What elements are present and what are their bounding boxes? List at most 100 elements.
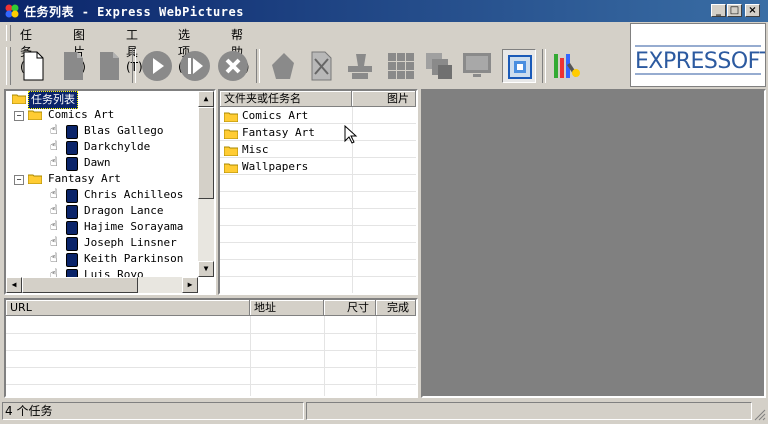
stamp-button[interactable] — [342, 49, 376, 83]
scroll-thumb[interactable] — [198, 107, 214, 199]
list-item[interactable]: Wallpapers — [222, 159, 412, 175]
minimize-button[interactable]: _ — [711, 4, 726, 17]
tree-item-label: Dawn — [84, 156, 111, 169]
tools-icon — [554, 54, 580, 78]
folder-open-icon — [12, 94, 26, 104]
slideshow-button[interactable] — [460, 49, 494, 83]
globe-task-icon — [66, 189, 78, 203]
tree-item-label: Blas Gallego — [84, 124, 164, 137]
picture-preview[interactable] — [421, 89, 766, 398]
globe-task-icon — [66, 237, 78, 251]
column-header-name[interactable]: 文件夹或任务名 — [220, 91, 352, 107]
tree-item-label: Hajime Sorayama — [84, 220, 184, 233]
collapse-icon[interactable]: − — [14, 111, 24, 121]
app-icon — [5, 4, 19, 18]
list-item-label: Misc — [242, 143, 269, 156]
cascade-icon — [426, 53, 452, 79]
preview-button[interactable] — [502, 49, 536, 83]
stamp-icon — [348, 54, 372, 79]
scroll-thumb[interactable] — [22, 277, 138, 293]
resume-button[interactable] — [178, 49, 212, 83]
scroll-down-icon[interactable]: ▼ — [198, 261, 214, 277]
folder-icon — [224, 163, 238, 173]
column-header-address[interactable]: 地址 — [250, 300, 324, 316]
scroll-right-icon[interactable]: ▶ — [182, 277, 198, 293]
folder-icon — [28, 110, 42, 120]
settings-button[interactable] — [548, 49, 582, 83]
tree-hscrollbar[interactable]: ◀ ▶ — [6, 277, 198, 293]
column-header-pictures[interactable]: 图片 — [352, 91, 416, 107]
document-icon — [100, 52, 119, 80]
tree-item-label: Joseph Linsner — [84, 236, 177, 249]
column-header-done[interactable]: 完成 — [376, 300, 416, 316]
list-item[interactable]: Fantasy Art — [222, 125, 412, 141]
open-task-button[interactable] — [56, 49, 90, 83]
scroll-left-icon[interactable]: ◀ — [6, 277, 22, 293]
row-divider — [6, 333, 416, 334]
step-play-icon — [180, 51, 210, 81]
status-panel-secondary — [306, 402, 752, 420]
row-divider — [220, 191, 416, 192]
tree-group-label: Fantasy Art — [48, 172, 121, 185]
toolbar-separator — [256, 49, 260, 83]
maximize-button[interactable]: □ — [727, 4, 742, 17]
globe-task-icon — [66, 205, 78, 219]
tree-vscrollbar[interactable]: ▲ ▼ — [198, 91, 214, 277]
hand-icon: ☝ — [50, 187, 58, 202]
toolbar-separator — [542, 49, 546, 83]
minimize-icon: _ — [716, 5, 721, 16]
status-text: 4 个任务 — [2, 402, 304, 420]
download-list[interactable]: URL 地址 尺寸 完成 — [4, 298, 418, 398]
toolbar-grip[interactable] — [6, 47, 11, 85]
expressoft-logo: EXPRESSOFT — [635, 45, 768, 75]
column-divider — [324, 316, 325, 396]
column-header-size[interactable]: 尺寸 — [324, 300, 376, 316]
start-button[interactable] — [140, 49, 174, 83]
new-document-icon — [23, 51, 44, 81]
stop-button[interactable] — [216, 49, 250, 83]
row-divider — [220, 276, 416, 277]
mouse-pointer-icon — [344, 125, 358, 144]
status-bar: 4 个任务 — [0, 400, 768, 424]
monitor-icon — [463, 53, 491, 77]
picture-frame-icon — [508, 55, 532, 79]
column-divider — [250, 316, 251, 396]
list-item-label: Comics Art — [242, 109, 309, 122]
row-divider — [220, 259, 416, 260]
delete-task-button[interactable] — [304, 49, 338, 83]
properties-button[interactable] — [266, 49, 300, 83]
globe-task-icon — [66, 125, 78, 139]
delete-document-icon — [311, 51, 332, 81]
globe-task-icon — [66, 157, 78, 171]
list-item[interactable]: Comics Art — [222, 108, 412, 124]
task-tree[interactable]: 任务列表 − Comics Art ☝ Blas Gallego ☝ Darkc… — [4, 89, 216, 295]
title-bar[interactable]: 任务列表 - Express WebPictures _ □ × — [0, 0, 768, 22]
hand-icon: ☝ — [50, 155, 58, 170]
save-task-button[interactable] — [92, 49, 126, 83]
column-header-url[interactable]: URL — [6, 300, 250, 316]
folder-icon — [224, 112, 238, 122]
row-divider — [220, 225, 416, 226]
hand-icon: ☝ — [50, 123, 58, 138]
close-button[interactable]: × — [745, 4, 760, 17]
thumbnails-button[interactable] — [384, 49, 418, 83]
globe-task-icon — [66, 141, 78, 155]
folder-icon — [224, 129, 238, 139]
hand-icon: ☝ — [50, 203, 58, 218]
tree-item-label: Chris Achilleos — [84, 188, 184, 201]
svg-text:EXPRESSOFT: EXPRESSOFT — [635, 49, 765, 74]
cascade-button[interactable] — [422, 49, 456, 83]
resize-grip-icon[interactable] — [753, 408, 766, 421]
maximize-icon: □ — [729, 5, 740, 16]
scroll-up-icon[interactable]: ▲ — [198, 91, 214, 107]
hand-icon: ☝ — [50, 219, 58, 234]
brand-logo: EXPRESSOFT — [630, 23, 768, 87]
window-title: 任务列表 - Express WebPictures — [24, 5, 244, 19]
folder-list[interactable]: 文件夹或任务名 图片 Comics Art Fantasy Art Misc W… — [218, 89, 418, 295]
list-item[interactable]: Misc — [222, 142, 412, 158]
new-task-button[interactable] — [16, 49, 50, 83]
row-divider — [6, 384, 416, 385]
menubar-grip[interactable] — [6, 25, 11, 41]
collapse-icon[interactable]: − — [14, 175, 24, 185]
tree-item-label: Darkchylde — [84, 140, 151, 153]
